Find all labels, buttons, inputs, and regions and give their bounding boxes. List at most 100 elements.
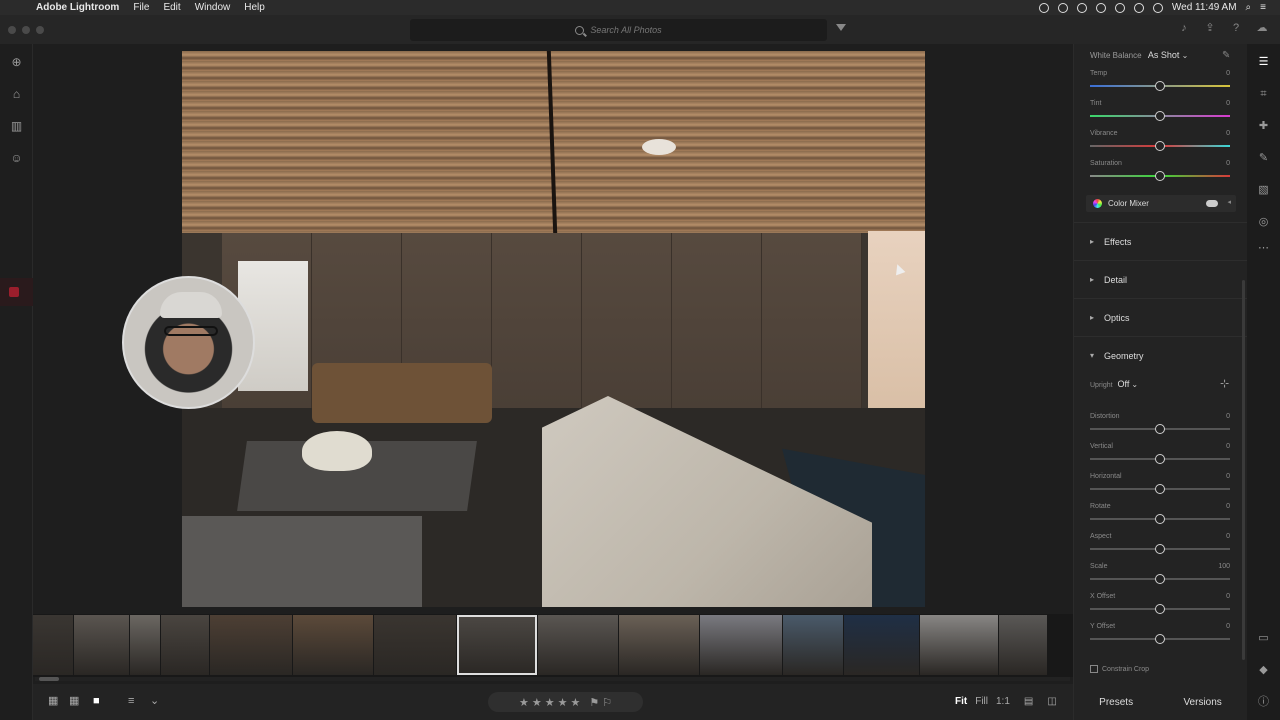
slider-knob[interactable]: [1155, 81, 1165, 91]
color-mixer-row[interactable]: Color Mixer ◂: [1086, 195, 1236, 212]
flag-pick-icon[interactable]: ⚑: [589, 696, 599, 709]
star-1-icon[interactable]: ★: [519, 696, 529, 709]
star-4-icon[interactable]: ★: [558, 696, 568, 709]
status-icon-1[interactable]: [1038, 2, 1049, 13]
chevron-down-icon[interactable]: ⌄: [1182, 51, 1189, 60]
cloud-icon[interactable]: [1095, 2, 1106, 13]
filmstrip-thumbnail[interactable]: [161, 615, 209, 675]
wifi-icon[interactable]: [1133, 2, 1144, 13]
zoom-fit[interactable]: Fit: [955, 696, 967, 707]
geometry-slider-distortion[interactable]: Distortion 0: [1090, 413, 1230, 443]
slider-knob[interactable]: [1155, 424, 1165, 434]
menu-edit[interactable]: Edit: [163, 2, 180, 13]
sort-icon[interactable]: ≡: [128, 696, 140, 707]
spotlight-icon[interactable]: ⌕: [1246, 2, 1252, 13]
section-detail[interactable]: ▸ Detail: [1074, 260, 1248, 298]
square-grid-icon[interactable]: ▦: [48, 696, 60, 707]
status-icon-2[interactable]: [1057, 2, 1068, 13]
healing-icon[interactable]: ✚: [1257, 120, 1270, 133]
filmstrip-thumbnail[interactable]: [457, 615, 537, 675]
section-optics[interactable]: ▸ Optics: [1074, 298, 1248, 336]
status-icon-5[interactable]: [1114, 2, 1125, 13]
filmstrip-thumbnail[interactable]: [74, 615, 129, 675]
presets-button[interactable]: Presets: [1099, 697, 1133, 708]
slider-knob[interactable]: [1155, 171, 1165, 181]
filmstrip-thumbnail[interactable]: [130, 615, 160, 675]
slider-knob[interactable]: [1155, 574, 1165, 584]
search-input[interactable]: Search All Photos: [410, 19, 827, 41]
geometry-slider-rotate[interactable]: Rotate 0: [1090, 503, 1230, 533]
help-icon[interactable]: ?: [1230, 22, 1242, 34]
app-menu[interactable]: Adobe Lightroom: [36, 2, 119, 13]
cloud-sync-icon[interactable]: ☁: [1256, 22, 1268, 34]
geometry-slider-aspect[interactable]: Aspect 0: [1090, 533, 1230, 563]
people-icon[interactable]: ☺: [0, 142, 33, 174]
filmstrip-thumbnail[interactable]: [293, 615, 373, 675]
crop-icon[interactable]: ⌗: [1257, 88, 1270, 101]
menu-help[interactable]: Help: [244, 2, 265, 13]
slider-knob[interactable]: [1155, 111, 1165, 121]
white-balance-select[interactable]: As Shot: [1148, 50, 1180, 60]
minimize-window-button[interactable]: [22, 26, 30, 34]
add-photos-icon[interactable]: ⊕: [0, 46, 33, 78]
slider-knob[interactable]: [1155, 544, 1165, 554]
compare-icon[interactable]: ◫: [1047, 696, 1056, 707]
clock[interactable]: Wed 11:49 AM: [1172, 2, 1237, 13]
constrain-crop-row[interactable]: Constrain Crop: [1090, 665, 1149, 673]
color-slider-temp[interactable]: Temp 0: [1090, 70, 1230, 100]
home-icon[interactable]: ⌂: [0, 78, 33, 110]
chevron-down-icon[interactable]: ⌄: [1131, 380, 1138, 389]
geometry-slider-y-offset[interactable]: Y Offset 0: [1090, 623, 1230, 653]
more-icon[interactable]: ⋯: [1257, 242, 1270, 255]
filmstrip-thumbnail[interactable]: [999, 615, 1047, 675]
versions-button[interactable]: Versions: [1183, 697, 1221, 708]
filmstrip-thumbnail[interactable]: [33, 615, 73, 675]
filmstrip-thumbnail[interactable]: [920, 615, 998, 675]
library-icon[interactable]: ▥: [0, 110, 33, 142]
constrain-crop-checkbox[interactable]: [1090, 665, 1098, 673]
filmstrip-thumbnail[interactable]: [783, 615, 843, 675]
bell-icon[interactable]: ♪: [1178, 22, 1190, 34]
star-5-icon[interactable]: ★: [570, 696, 580, 709]
slider-knob[interactable]: [1155, 484, 1165, 494]
close-window-button[interactable]: [8, 26, 16, 34]
geometry-slider-vertical[interactable]: Vertical 0: [1090, 443, 1230, 473]
maximize-window-button[interactable]: [36, 26, 44, 34]
star-2-icon[interactable]: ★: [532, 696, 542, 709]
chevron-left-icon[interactable]: ◂: [1227, 198, 1231, 206]
tag-icon[interactable]: ◆: [1257, 664, 1270, 677]
filmstrip-thumbnail[interactable]: [700, 615, 782, 675]
section-effects[interactable]: ▸ Effects: [1074, 222, 1248, 260]
color-mixer-toggle[interactable]: [1206, 200, 1218, 207]
slider-knob[interactable]: [1155, 514, 1165, 524]
color-slider-tint[interactable]: Tint 0: [1090, 100, 1230, 130]
zoom-fill[interactable]: Fill: [975, 696, 988, 707]
volume-icon[interactable]: [1152, 2, 1163, 13]
menu-file[interactable]: File: [133, 2, 149, 13]
main-photo[interactable]: [182, 51, 925, 607]
flag-reject-icon[interactable]: ⚐: [602, 696, 612, 709]
filmstrip-thumbnail[interactable]: [210, 615, 292, 675]
zoom-1to1[interactable]: 1:1: [996, 696, 1010, 707]
filmstrip-toggle-icon[interactable]: ▤: [1024, 696, 1033, 707]
color-slider-vibrance[interactable]: Vibrance 0: [1090, 130, 1230, 160]
comment-icon[interactable]: ▭: [1257, 632, 1270, 645]
filmstrip-scrollbar[interactable]: [35, 677, 1070, 681]
panel-scrollbar[interactable]: [1242, 280, 1245, 660]
geometry-slider-scale[interactable]: Scale 100: [1090, 563, 1230, 593]
slider-knob[interactable]: [1155, 454, 1165, 464]
slider-knob[interactable]: [1155, 634, 1165, 644]
info-icon[interactable]: ⓘ: [1257, 696, 1270, 709]
geometry-slider-x-offset[interactable]: X Offset 0: [1090, 593, 1230, 623]
filmstrip-thumbnail[interactable]: [619, 615, 699, 675]
brush-icon[interactable]: ✎: [1257, 152, 1270, 165]
grid-icon[interactable]: ▦: [69, 696, 81, 707]
menu-window[interactable]: Window: [195, 2, 231, 13]
filmstrip-thumbnail[interactable]: [844, 615, 919, 675]
color-slider-saturation[interactable]: Saturation 0: [1090, 160, 1230, 190]
radial-gradient-icon[interactable]: ◎: [1257, 216, 1270, 229]
filter-icon[interactable]: [836, 24, 846, 31]
slider-knob[interactable]: [1155, 141, 1165, 151]
guided-upright-icon[interactable]: ⊹: [1220, 377, 1229, 390]
filmstrip-thumbnail[interactable]: [538, 615, 618, 675]
